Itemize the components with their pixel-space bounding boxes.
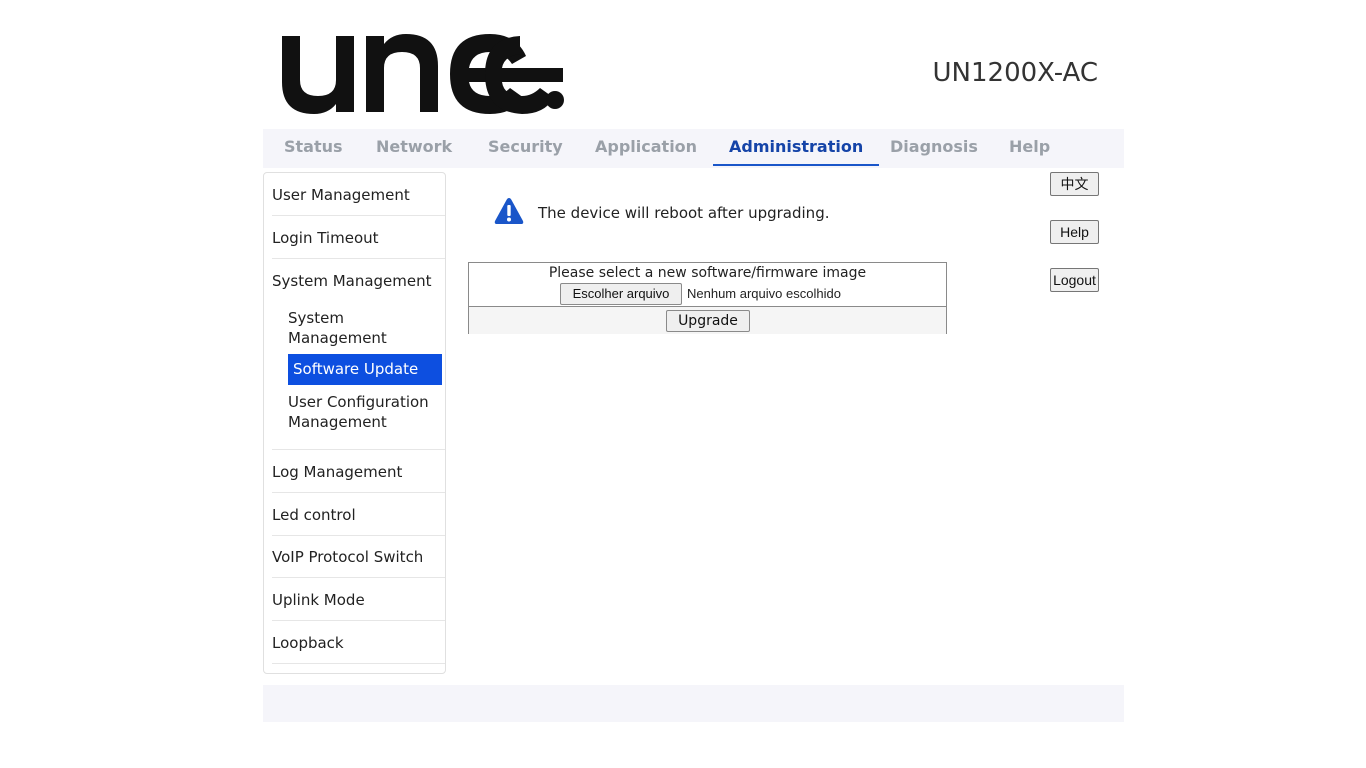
sidebar-item-voip-protocol-switch[interactable]: VoIP Protocol Switch xyxy=(272,548,445,566)
tab-status[interactable]: Status xyxy=(284,129,343,164)
tab-administration[interactable]: Administration xyxy=(713,129,880,166)
model-name: UN1200X-AC xyxy=(932,58,1098,88)
sidebar-item-system-management[interactable]: System Management xyxy=(272,272,445,290)
sidebar-item-user-management[interactable]: User Management xyxy=(272,186,445,204)
upload-action-row: Upgrade xyxy=(469,306,946,334)
divider xyxy=(272,620,445,621)
warning-message: The device will reboot after upgrading. xyxy=(538,204,830,222)
sidebar-subitem-software-update[interactable]: Software Update xyxy=(288,354,442,385)
tab-application[interactable]: Application xyxy=(595,129,697,164)
logout-button[interactable]: Logout xyxy=(1050,268,1099,292)
tab-diagnosis[interactable]: Diagnosis xyxy=(890,129,978,164)
warning-triangle-icon xyxy=(494,197,524,225)
divider xyxy=(272,215,445,216)
tab-network[interactable]: Network xyxy=(376,129,452,164)
divider xyxy=(272,577,445,578)
tab-security[interactable]: Security xyxy=(488,129,563,164)
choose-file-button[interactable]: Escolher arquivo xyxy=(560,283,682,305)
tab-help[interactable]: Help xyxy=(1009,129,1050,164)
divider xyxy=(272,492,445,493)
divider xyxy=(272,258,445,259)
upgrade-button[interactable]: Upgrade xyxy=(666,310,750,332)
upload-form: Please select a new software/firmware im… xyxy=(468,262,947,334)
upload-file-row: Please select a new software/firmware im… xyxy=(469,263,946,306)
file-status-text: Nenhum arquivo escolhido xyxy=(687,286,841,301)
sidebar: User Management Login Timeout System Man… xyxy=(263,172,446,674)
sidebar-subitem-user-configuration-management[interactable]: User Configuration Management xyxy=(288,392,442,432)
divider xyxy=(272,663,445,664)
divider xyxy=(272,535,445,536)
sidebar-subitem-system-management[interactable]: System Management xyxy=(288,308,442,348)
unee-logo xyxy=(280,34,570,116)
help-button[interactable]: Help xyxy=(1050,220,1099,244)
language-button[interactable]: 中文 xyxy=(1050,172,1099,196)
sidebar-item-login-timeout[interactable]: Login Timeout xyxy=(272,229,445,247)
sidebar-item-log-management[interactable]: Log Management xyxy=(272,463,445,481)
sidebar-item-loopback[interactable]: Loopback xyxy=(272,634,445,652)
divider xyxy=(272,449,445,450)
footer xyxy=(263,685,1124,722)
sidebar-item-led-control[interactable]: Led control xyxy=(272,506,445,524)
sidebar-item-uplink-mode[interactable]: Uplink Mode xyxy=(272,591,445,609)
top-nav: Status Network Security Application Admi… xyxy=(263,129,1124,168)
upload-instruction: Please select a new software/firmware im… xyxy=(548,265,867,281)
